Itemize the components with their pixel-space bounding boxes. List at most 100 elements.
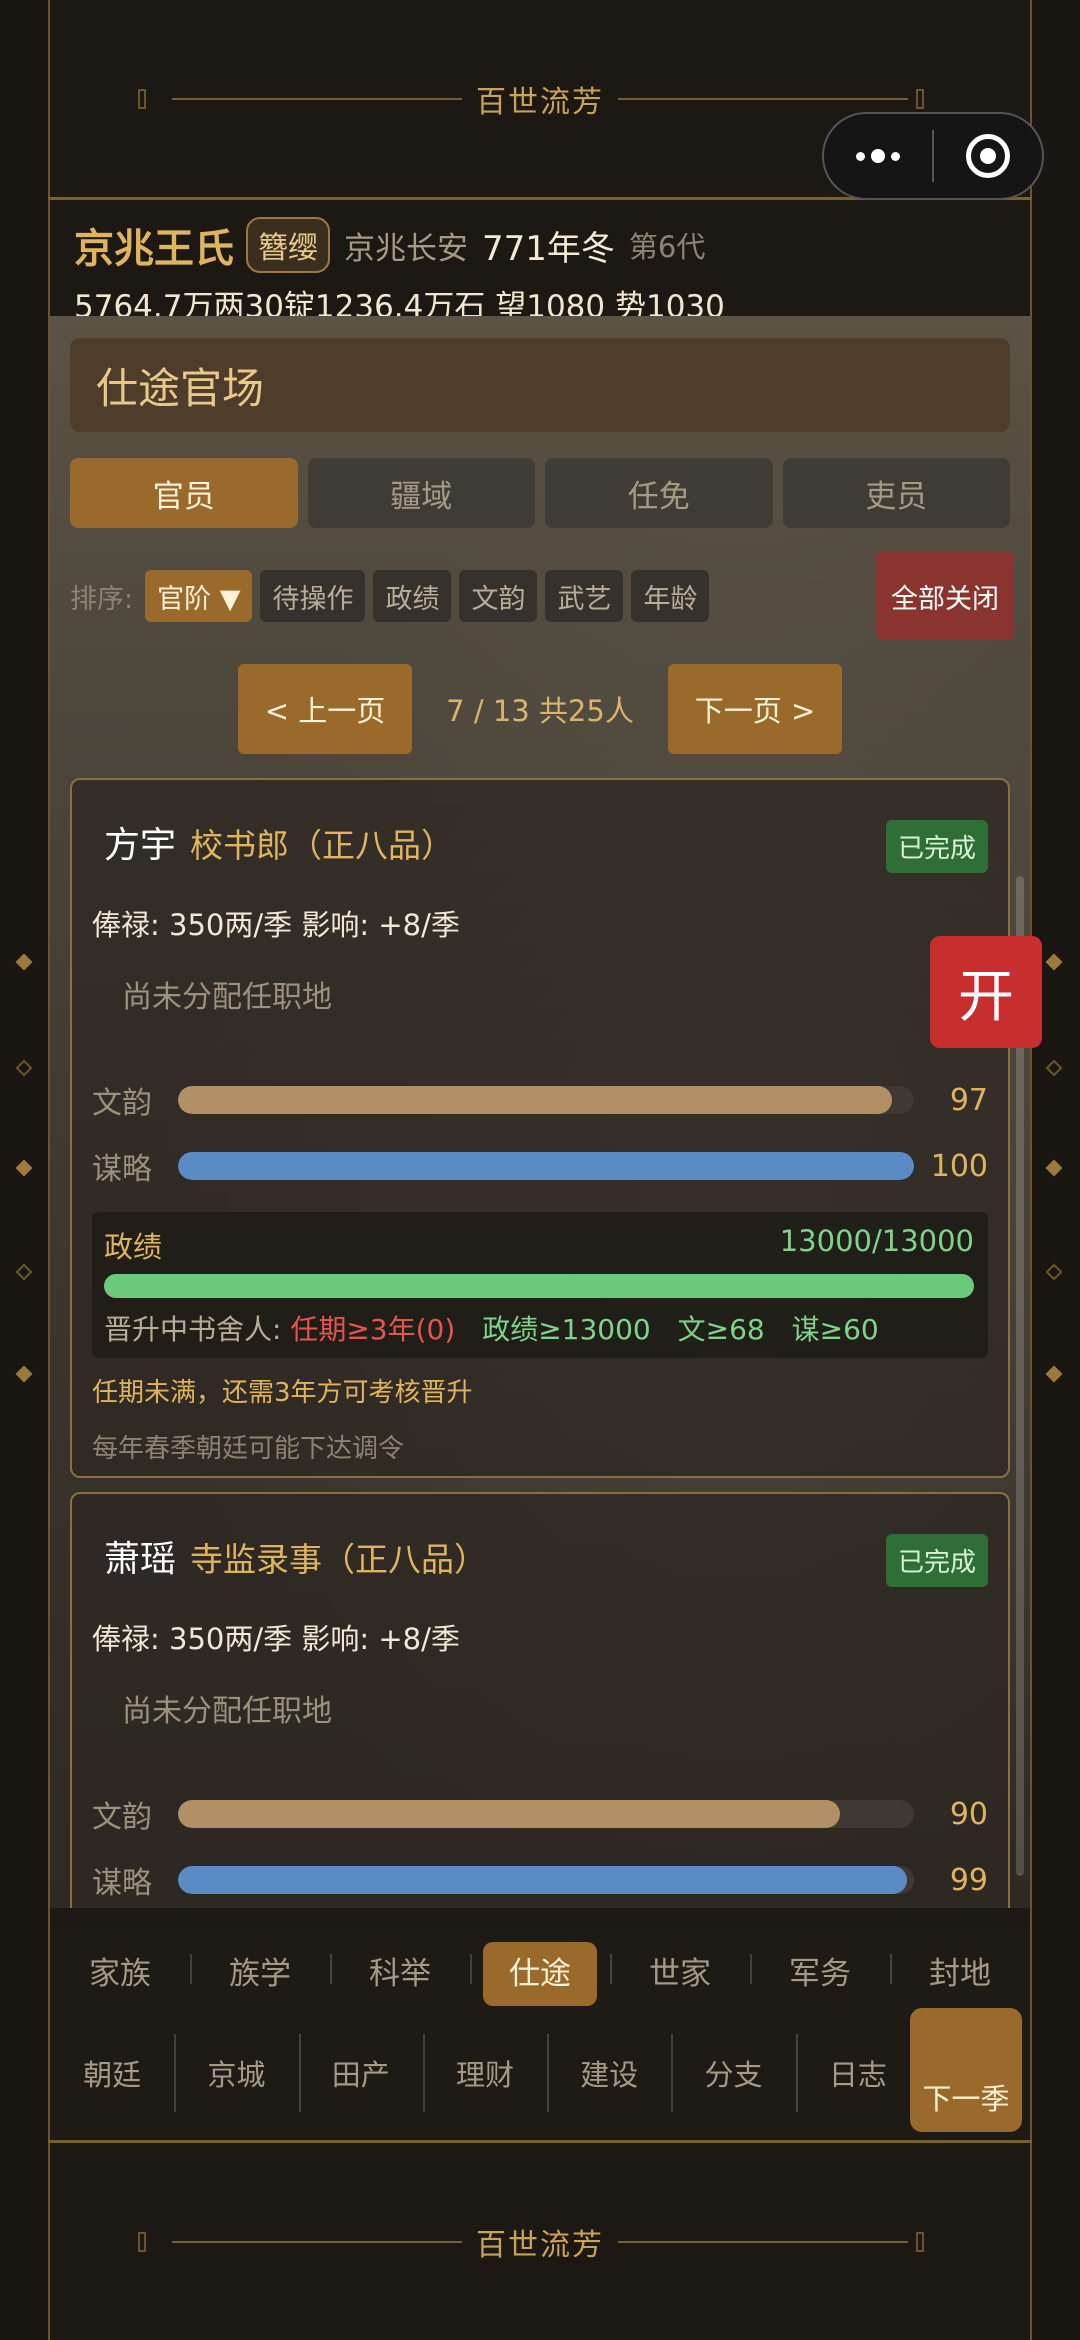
official-name: 萧瑶 [104,1539,177,1580]
requirement-strategy: 谋≥60 [791,1313,879,1346]
nav-label: 家族 [89,1955,151,1992]
close-miniapp-icon[interactable] [934,134,1042,178]
stat-track [178,1800,914,1828]
right-diamond-icon [1045,953,1063,971]
banner-line-right [618,97,908,100]
stat-track [178,1866,914,1894]
nav-branches[interactable]: 分支 [671,2030,795,2116]
nav-label: 仕途 [483,1941,597,2006]
status-badge: 已完成 [885,1534,988,1587]
right-diamond-icon [1045,1059,1063,1077]
stat-strategy: 谋略 100 [92,1146,988,1188]
nav-label: 军务 [789,1955,851,1992]
stat-label: 谋略 [92,1866,152,1901]
official-post: 校书郎（正八品） [190,826,455,865]
close-all-button[interactable]: 全部关闭 [876,552,1014,640]
nav-noble-houses[interactable]: 世家 [610,1948,750,1993]
clan-rank-badge: 簪缨 [246,217,330,273]
requirement-literary: 文≥68 [677,1313,765,1346]
left-diamond-icon [15,1365,33,1383]
miniapp-capsule [822,112,1044,200]
left-diamond-icon [15,1159,33,1177]
banner-title: 百世流芳 [476,84,604,120]
nav-construction[interactable]: 建设 [547,2030,671,2116]
generation: 第6代 [628,230,706,264]
nav-career[interactable]: 仕途 [470,1941,610,2006]
banner-cap-left [138,2231,146,2252]
nav-label: 封地 [929,1955,991,1992]
stat-label: 文韵 [92,1800,152,1835]
primary-nav: 家族 族学 科举 仕途 世家 军务 封地 [50,1930,1030,2010]
stat-value: 99 [949,1862,988,1898]
sort-martial-chip[interactable]: 武艺 [545,570,624,622]
stat-value: 97 [949,1082,988,1118]
clan-location: 京兆长安 [344,230,468,267]
banner-title: 百世流芳 [476,2227,604,2263]
banner-line-left [172,97,462,100]
nav-fief[interactable]: 封地 [890,1948,1030,1993]
stat-literary: 文韵 90 [92,1794,988,1836]
nav-military[interactable]: 军务 [750,1948,890,1993]
more-menu-icon[interactable] [824,149,932,163]
stat-track [178,1152,914,1180]
nav-court[interactable]: 朝廷 [50,2030,174,2116]
sort-literary-chip[interactable]: 文韵 [459,570,538,622]
stat-literary: 文韵 97 [92,1080,988,1122]
nav-label: 族学 [229,1955,291,1992]
stat-label: 文韵 [92,1086,152,1121]
nav-log[interactable]: 日志 [795,2030,920,2116]
nav-estates[interactable]: 田产 [298,2030,423,2116]
stat-value: 100 [930,1148,988,1184]
left-diamond-icon [15,953,33,971]
sort-pending-chip[interactable]: 待操作 [260,570,366,622]
nav-clan-school[interactable]: 族学 [190,1948,330,1993]
tab-officials[interactable]: 官员 [70,458,298,528]
tab-clerks[interactable]: 吏员 [782,458,1010,528]
banner-cap-left [138,88,146,109]
official-card[interactable]: 方宇 校书郎（正八品） 已完成 俸禄: 350两/季 影响: +8/季 尚未分配… [70,778,1010,1478]
sort-merit-chip[interactable]: 政绩 [373,570,452,622]
tab-territory[interactable]: 疆域 [307,458,535,528]
merit-progress-bar [104,1274,974,1298]
official-name: 方宇 [104,825,177,866]
requirement-merit: 政绩≥13000 [482,1313,651,1346]
stat-fill [178,1800,841,1828]
nav-capital[interactable]: 京城 [174,2030,298,2116]
stat-fill [178,1866,907,1894]
transfer-note: 每年春季朝廷可能下达调令 [92,1434,405,1464]
prev-page-button[interactable]: < 上一页 [238,664,412,754]
next-season-button[interactable]: 下一季 [910,2008,1022,2132]
stat-value: 90 [949,1796,988,1832]
nav-finance[interactable]: 理财 [422,2030,547,2116]
page-info: 7 / 13 共25人 [446,694,634,728]
left-diamond-icon [15,1059,33,1077]
nav-label: 世家 [649,1955,711,1992]
sort-age-chip[interactable]: 年龄 [631,570,710,622]
clan-header: 京兆王氏 簪缨 京兆长安 771年冬 第6代 5764.7万两30锭1236.4… [74,215,1020,326]
promotion-requirements: 晋升中书舍人: 任期≥3年(0) 政绩≥13000 文≥68 谋≥60 [104,1308,879,1348]
salary-line: 俸禄: 350两/季 影响: +8/季 [92,1622,460,1656]
secondary-nav: 朝廷 京城 田产 理财 建设 分支 日志 [50,2030,920,2116]
requirement-tenure: 任期≥3年(0) [290,1313,456,1346]
bottom-banner: 百世流芳 [48,2140,1032,2340]
next-page-button[interactable]: 下一页 > [668,664,842,754]
stat-label: 谋略 [92,1152,152,1187]
right-diamond-icon [1045,1263,1063,1281]
nav-exam[interactable]: 科举 [330,1948,470,1993]
tab-appointments[interactable]: 任免 [545,458,773,528]
banner-cap-right [916,2231,924,2252]
official-card[interactable]: 萧瑶 寺监录事（正八品） 已完成 俸禄: 350两/季 影响: +8/季 尚未分… [70,1492,1010,1908]
stat-fill [178,1152,914,1180]
sort-label: 排序: [70,583,134,615]
official-panel: 仕途官场 官员 疆域 任免 吏员 排序: 官阶 ▼ 待操作 政绩 文韵 武艺 年… [50,316,1030,1908]
stat-strategy: 谋略 99 [92,1860,988,1902]
open-toggle-button[interactable]: 开 [930,936,1042,1048]
merit-label: 政绩 [104,1230,163,1264]
status-badge: 已完成 [885,820,988,873]
bottom-navigation: 家族 族学 科举 仕途 世家 军务 封地 朝廷 京城 田产 理财 建设 分支 日… [50,1930,1030,2138]
stat-fill [178,1086,892,1114]
left-diamond-icon [15,1263,33,1281]
sort-rank-chip[interactable]: 官阶 ▼ [145,570,253,622]
banner-line-right [618,2240,908,2243]
nav-family[interactable]: 家族 [50,1948,190,1993]
